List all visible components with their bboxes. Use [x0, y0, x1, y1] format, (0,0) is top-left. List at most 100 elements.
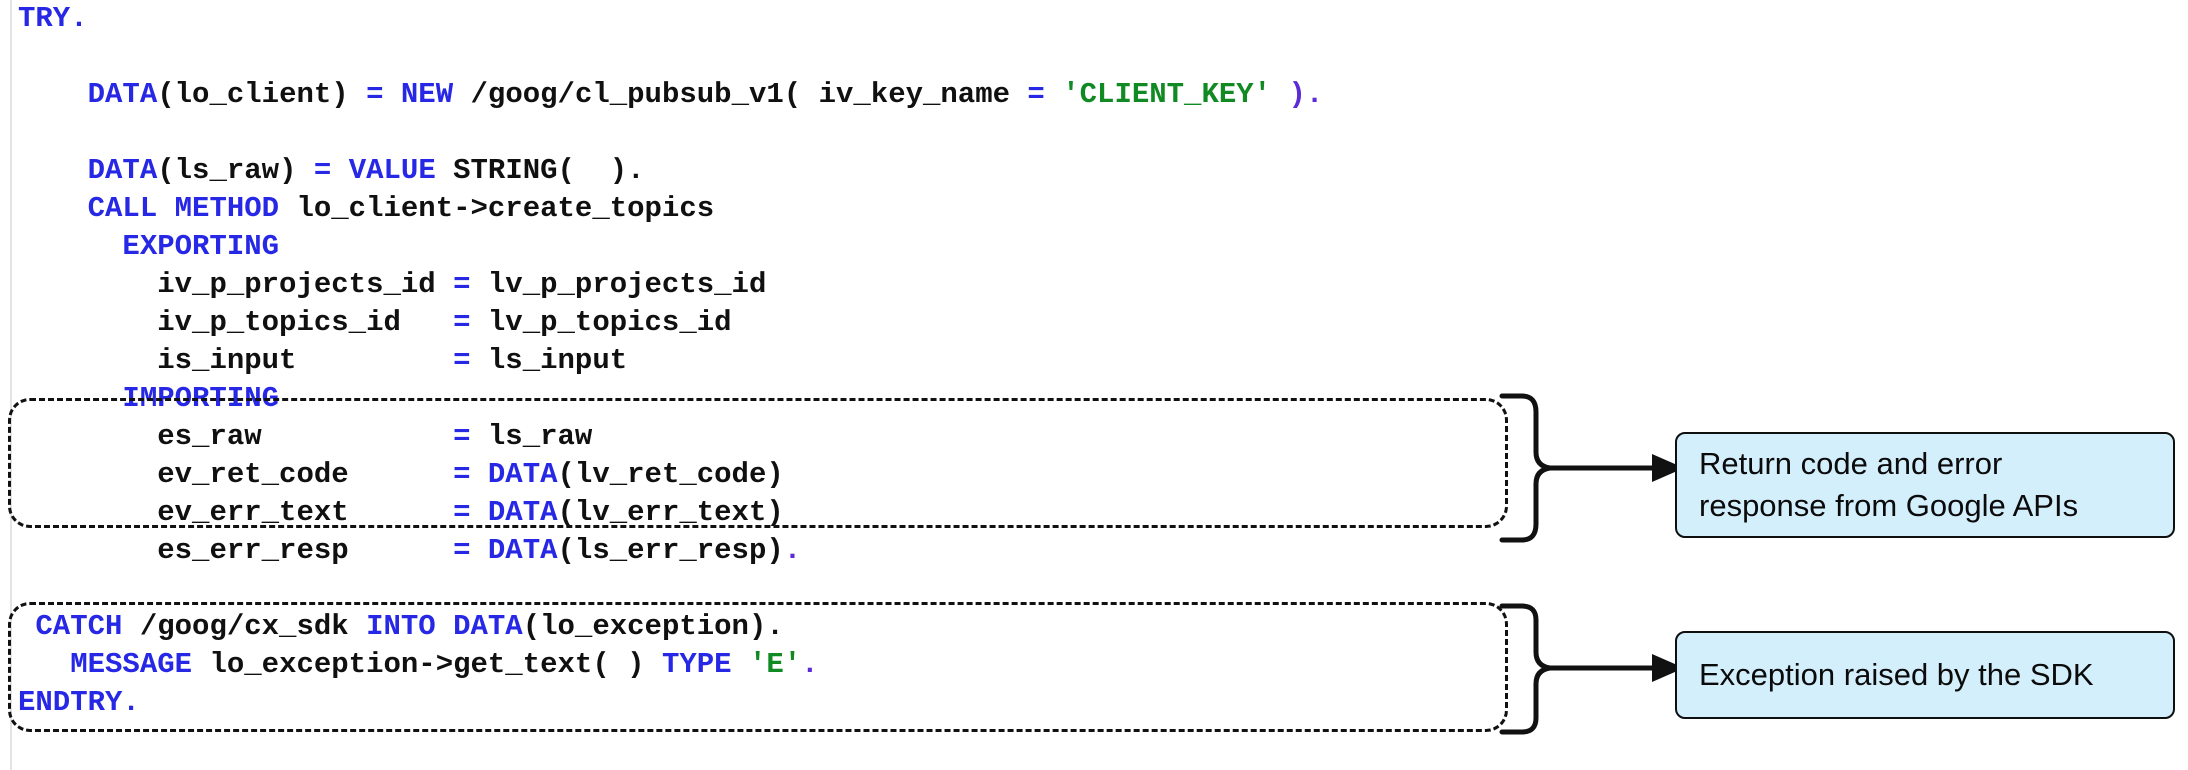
- code-token: 'E': [748, 648, 802, 681]
- line-blank-3: [0, 570, 1500, 608]
- line-endtry: ENDTRY.: [0, 684, 1500, 722]
- code-token: /goog/cx_sdk: [139, 610, 367, 643]
- annotation-line: Return code and error: [1699, 446, 2003, 481]
- code-token: (lv_err_text): [557, 496, 784, 529]
- line-es-raw: es_raw = ls_raw: [0, 418, 1500, 456]
- code-token: lv_p_topics_id: [487, 306, 732, 339]
- code-token: =: [453, 306, 488, 339]
- brace-glyph-importing: [1499, 393, 1553, 543]
- code-token: (lo_exception).: [522, 610, 784, 643]
- code-token: ls_input: [487, 344, 628, 377]
- code-token: TYPE: [661, 648, 749, 681]
- line-blank-1: [0, 38, 1500, 76]
- abap-code-block: TRY. DATA(lo_client) = NEW /goog/cl_pubs…: [0, 0, 1500, 722]
- code-token: /goog/cl_pubsub_v1( iv_key_name: [470, 78, 1028, 111]
- code-token: lo_exception->get_text( ): [209, 648, 662, 681]
- line-iv-projects: iv_p_projects_id = lv_p_projects_id: [0, 266, 1500, 304]
- code-token: =: [453, 458, 488, 491]
- line-importing: IMPORTING: [0, 380, 1500, 418]
- code-token: MESSAGE: [70, 648, 210, 681]
- code-token: ): [1271, 78, 1306, 111]
- code-token: =: [1027, 78, 1063, 111]
- line-ev-ret-code: ev_ret_code = DATA(lv_ret_code): [0, 456, 1500, 494]
- code-token: INTO: [366, 610, 454, 643]
- code-token: es_err_resp: [157, 534, 454, 567]
- line-call-method: CALL METHOD lo_client->create_topics: [0, 190, 1500, 228]
- code-token: DATA: [487, 534, 558, 567]
- annotation-callout-return-code-text: Return code and error response from Goog…: [1699, 443, 2078, 527]
- line-try: TRY.: [0, 0, 1500, 38]
- annotation-line: Exception raised by the SDK: [1699, 657, 2094, 692]
- code-token: DATA: [487, 496, 558, 529]
- code-token: STRING( ).: [453, 154, 645, 187]
- code-token: .: [783, 534, 802, 567]
- code-token: =: [453, 344, 488, 377]
- annotation-line: response from Google APIs: [1699, 488, 2079, 523]
- line-data-client: DATA(lo_client) = NEW /goog/cl_pubsub_v1…: [0, 76, 1500, 114]
- code-token: es_raw: [157, 420, 454, 453]
- code-token: NEW: [400, 78, 471, 111]
- code-token: .: [1305, 78, 1324, 111]
- code-token: DATA: [487, 458, 558, 491]
- line-data-raw: DATA(ls_raw) = VALUE STRING( ).: [0, 152, 1500, 190]
- code-token: (ls_raw): [157, 154, 314, 187]
- brace-glyph-catch: [1499, 603, 1553, 735]
- code-token: iv_p_projects_id: [157, 268, 454, 301]
- code-token: (ls_err_resp): [557, 534, 784, 567]
- code-token: =: [366, 78, 401, 111]
- line-es-err-resp: es_err_resp = DATA(ls_err_resp).: [0, 532, 1500, 570]
- code-token: EXPORTING: [122, 230, 280, 263]
- code-token: ev_ret_code: [157, 458, 454, 491]
- line-exporting: EXPORTING: [0, 228, 1500, 266]
- code-token: =: [453, 420, 488, 453]
- code-token: DATA: [453, 610, 523, 643]
- code-token: lv_p_projects_id: [487, 268, 767, 301]
- code-token: ls_raw: [487, 420, 593, 453]
- code-token: =: [453, 268, 488, 301]
- line-ev-err-text: ev_err_text = DATA(lv_err_text): [0, 494, 1500, 532]
- line-catch: CATCH /goog/cx_sdk INTO DATA(lo_exceptio…: [0, 608, 1500, 646]
- code-token: ENDTRY.: [18, 686, 140, 719]
- code-token: (lv_ret_code): [557, 458, 784, 491]
- code-token: lo_client->create_topics: [296, 192, 715, 225]
- diagram-canvas: TRY. DATA(lo_client) = NEW /goog/cl_pubs…: [0, 0, 2188, 770]
- code-token: IMPORTING: [122, 382, 280, 415]
- line-message: MESSAGE lo_exception->get_text( ) TYPE '…: [0, 646, 1500, 684]
- code-token: CALL METHOD: [87, 192, 297, 225]
- annotation-callout-exception-text: Exception raised by the SDK: [1699, 654, 2094, 696]
- code-token: DATA: [87, 154, 158, 187]
- code-token: iv_p_topics_id: [157, 306, 454, 339]
- code-token: =: [453, 534, 488, 567]
- code-token: ev_err_text: [157, 496, 454, 529]
- code-token: 'CLIENT_KEY': [1062, 78, 1272, 111]
- code-token: TRY.: [18, 2, 88, 35]
- line-blank-2: [0, 114, 1500, 152]
- code-token: CATCH: [35, 610, 140, 643]
- code-token: .: [801, 648, 819, 681]
- code-token: DATA: [87, 78, 158, 111]
- code-token: (lo_client): [157, 78, 367, 111]
- line-iv-topics: iv_p_topics_id = lv_p_topics_id: [0, 304, 1500, 342]
- annotation-callout-return-code: Return code and error response from Goog…: [1675, 432, 2175, 538]
- code-token: =: [313, 154, 349, 187]
- annotation-callout-exception: Exception raised by the SDK: [1675, 631, 2175, 719]
- code-token: VALUE: [348, 154, 454, 187]
- line-is-input: is_input = ls_input: [0, 342, 1500, 380]
